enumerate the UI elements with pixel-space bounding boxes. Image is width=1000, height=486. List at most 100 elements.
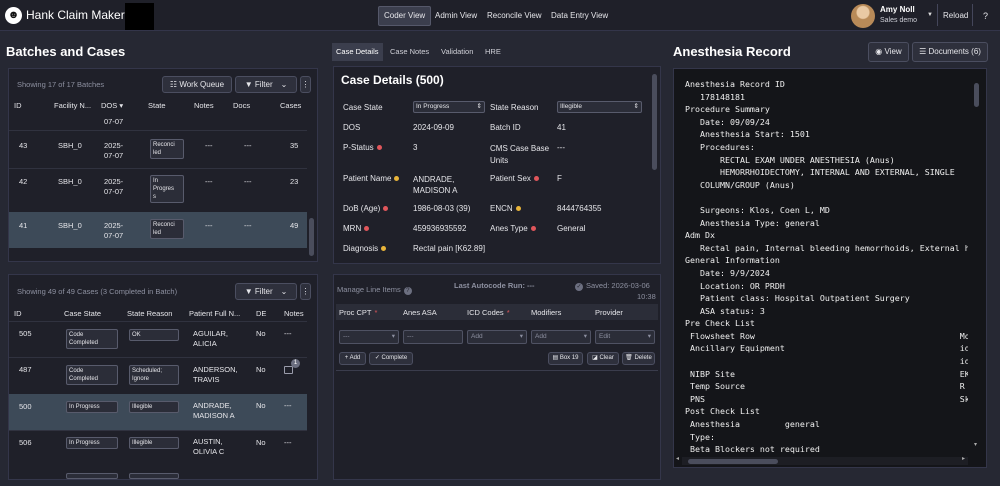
work-queue-button[interactable]: ☷ Work Queue xyxy=(162,76,232,93)
tab-case-notes[interactable]: Case Notes xyxy=(386,43,433,61)
scroll-down-arrow-icon[interactable]: ▾ xyxy=(974,441,980,448)
record-line xyxy=(685,191,968,204)
state-reason-select[interactable]: OK xyxy=(129,329,179,341)
delete-button[interactable]: 🗑︎ Delete xyxy=(622,352,655,365)
field-value-dob: 1986-08-03 (39) xyxy=(413,204,471,213)
info-icon[interactable]: ? xyxy=(403,287,412,295)
label-text: P-Status xyxy=(343,143,374,152)
add-line-button[interactable]: + Add xyxy=(339,352,366,365)
col-state-reason[interactable]: State Reason xyxy=(127,309,172,318)
col-id[interactable]: ID xyxy=(14,101,22,110)
case-details-title: Case Details (500) xyxy=(341,73,444,87)
col-cases[interactable]: Cases xyxy=(280,101,301,110)
clear-button[interactable]: ◪ Clear xyxy=(587,352,619,365)
col-docs[interactable]: Docs xyxy=(233,101,250,110)
anes-asa-input[interactable]: --- xyxy=(403,330,463,344)
state-reason-select[interactable]: Scheduled; Ignore xyxy=(129,365,179,385)
user-menu-chevron-down-icon[interactable]: ▼ xyxy=(927,12,933,18)
filter-icon: ▼ xyxy=(244,80,255,89)
col-state[interactable]: State xyxy=(148,101,166,110)
comment-icon[interactable] xyxy=(284,366,293,374)
help-icon[interactable]: ? xyxy=(978,6,993,26)
button-text: Delete xyxy=(634,355,652,361)
batch-state-select[interactable]: Reconci led xyxy=(150,139,184,159)
patient-line: TRAVIS xyxy=(193,375,220,384)
record-viewer[interactable]: Anesthesia Record ID 178148181 Procedure … xyxy=(673,68,987,468)
batch-state-select[interactable]: Reconci led xyxy=(150,219,184,239)
batches-cases-title: Batches and Cases xyxy=(6,44,126,59)
tab-case-details[interactable]: Case Details xyxy=(332,43,383,61)
state-reason-select[interactable]: Illegible ⇕ xyxy=(557,101,642,113)
icd-codes-input[interactable]: Add ▾ xyxy=(467,330,527,344)
batch-state-select[interactable]: In Progres s xyxy=(150,175,184,203)
scroll-left-arrow-icon[interactable]: ◂ xyxy=(676,455,679,462)
nav-coder-view[interactable]: Coder View xyxy=(378,6,432,26)
cases-filter-button[interactable]: ▼ Filter ⌄ xyxy=(235,283,297,300)
record-line: Date: 09/09/24 xyxy=(685,116,770,127)
case-state-select[interactable]: In Progress xyxy=(66,437,118,449)
state-line: s xyxy=(153,194,156,200)
saved-text: Saved: 2026-03-06 xyxy=(586,281,650,290)
record-line: Anesthesia Start: 1501 xyxy=(685,129,810,140)
case-state-select[interactable]: Code Completed xyxy=(66,365,118,385)
batches-scrollbar[interactable] xyxy=(309,218,314,256)
col-case-id[interactable]: ID xyxy=(14,309,22,318)
col-de[interactable]: DE xyxy=(256,309,266,318)
box19-button[interactable]: ▤ Box 19 xyxy=(548,352,583,365)
tab-hre[interactable]: HRE xyxy=(481,43,505,61)
state-line: Reconci xyxy=(153,222,175,228)
batch-dos-line: 2025- xyxy=(104,141,124,150)
required-asterisk: * xyxy=(374,308,378,317)
complete-button[interactable]: ✓ Complete xyxy=(369,352,413,365)
col-text: Proc CPT xyxy=(339,308,372,317)
col-notes[interactable]: Notes xyxy=(194,101,214,110)
reason-line: Illegible xyxy=(132,404,153,410)
batch-cases: 35 xyxy=(290,141,299,150)
col-case-state[interactable]: Case State xyxy=(64,309,101,318)
state-reason-select[interactable]: Illegible xyxy=(129,401,179,413)
warning-dot-icon xyxy=(394,176,400,182)
col-patient-name[interactable]: Patient Full N... xyxy=(189,309,240,318)
field-label-patient-sex: Patient Sex xyxy=(490,174,539,183)
input-text: Add xyxy=(471,333,483,340)
nav-admin-view[interactable]: Admin View xyxy=(430,6,482,26)
view-button[interactable]: ◉ View xyxy=(868,42,909,62)
cases-more-icon[interactable]: ⋮ xyxy=(300,283,311,300)
proc-cpt-input[interactable]: --- ▾ xyxy=(339,330,399,344)
record-line: NIBP Site EKG xyxy=(685,368,968,379)
nav-reconcile-view[interactable]: Reconcile View xyxy=(482,6,547,26)
case-de: No xyxy=(256,438,266,447)
state-reason-label: State Reason xyxy=(490,103,539,112)
field-label-diagnosis: Diagnosis xyxy=(343,244,387,253)
col-case-notes[interactable]: Notes xyxy=(284,309,304,318)
col-facility[interactable]: Facility N... xyxy=(54,101,91,110)
user-avatar[interactable] xyxy=(851,4,875,28)
provider-input[interactable]: Edit ▾ xyxy=(595,330,655,344)
record-horizontal-scrollbar[interactable] xyxy=(688,459,778,464)
case-state-select[interactable]: Code Completed xyxy=(66,329,118,349)
modifiers-input[interactable]: Add ▾ xyxy=(531,330,591,344)
nav-data-entry-view[interactable]: Data Entry View xyxy=(546,6,613,26)
documents-button[interactable]: ☰ Documents (6) xyxy=(912,42,988,62)
scroll-right-arrow-icon[interactable]: ▸ xyxy=(962,455,965,462)
tab-validation[interactable]: Validation xyxy=(437,43,477,61)
reload-button[interactable]: Reload xyxy=(938,6,973,26)
state-reason-select[interactable] xyxy=(129,473,179,479)
case-state-select[interactable] xyxy=(66,473,118,479)
case-state-select[interactable]: In Progress xyxy=(66,401,118,413)
col-dos[interactable]: DOS ▾ xyxy=(101,101,123,110)
filter-label: Filter xyxy=(254,80,273,89)
record-line: Anesthesia Type: general xyxy=(685,217,820,228)
label-text: Anes Type xyxy=(490,224,528,233)
label-text: Patient Sex xyxy=(490,174,531,183)
batches-more-icon[interactable]: ⋮ xyxy=(300,76,311,93)
record-vertical-scrollbar[interactable] xyxy=(974,83,979,107)
case-details-scrollbar[interactable] xyxy=(652,74,657,170)
sort-desc-icon: ▾ xyxy=(117,101,124,110)
case-state-select[interactable]: In Progress ⇕ xyxy=(413,101,485,113)
batches-filter-button[interactable]: ▼ Filter ⌄ xyxy=(235,76,297,93)
field-value-encn: 8444764355 xyxy=(557,204,602,213)
state-reason-select[interactable]: Illegible xyxy=(129,437,179,449)
case-id: 500 xyxy=(19,402,32,411)
manage-line-items-title: Manage Line Items? xyxy=(337,285,412,295)
